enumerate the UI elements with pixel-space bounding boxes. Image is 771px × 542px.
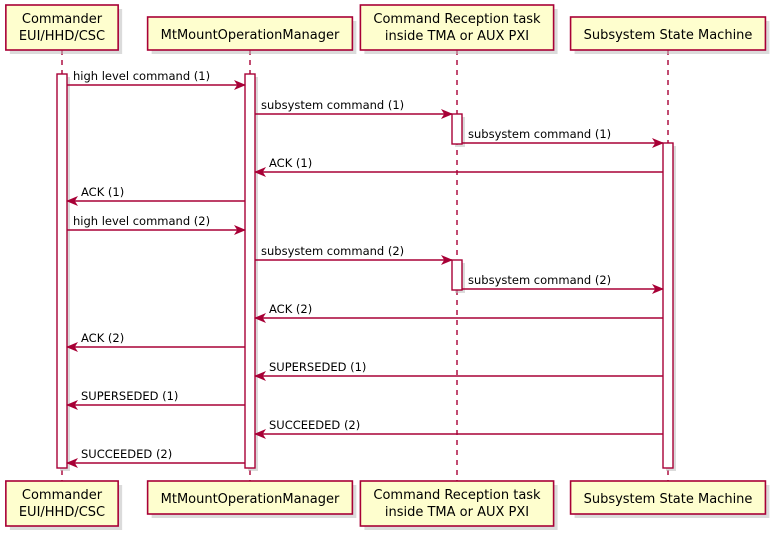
message-label: subsystem command (1) — [468, 127, 611, 141]
message-label: SUCCEEDED (2) — [269, 418, 360, 432]
activation-bar-reception — [451, 113, 463, 145]
participant-box-top-manager[interactable]: MtMountOperationManager — [146, 16, 357, 54]
participant-label-line1: Commander — [22, 12, 103, 27]
participant-label-line1: Subsystem State Machine — [584, 492, 753, 507]
activation-bar-manager — [244, 73, 256, 469]
message-label: high level command (2) — [73, 214, 210, 228]
activation-bar-commander — [56, 73, 68, 469]
message-label: SUPERSEDED (1) — [269, 360, 366, 374]
message-label: subsystem command (2) — [261, 244, 404, 258]
sequence-diagram: high level command (1) subsystem command … — [0, 0, 771, 538]
message-label: subsystem command (1) — [261, 98, 404, 112]
participant-label-line1: MtMountOperationManager — [161, 492, 340, 507]
participant-label-line2: inside TMA or AUX PXI — [385, 505, 529, 520]
participant-box-top-reception[interactable]: Command Reception task inside TMA or AUX … — [359, 4, 558, 54]
sequence-diagram-canvas: high level command (1) subsystem command … — [0, 0, 771, 538]
participant-box-bottom-manager[interactable]: MtMountOperationManager — [146, 480, 357, 518]
message-label: subsystem command (2) — [468, 273, 611, 287]
participant-box-bottom-commander[interactable]: Commander EUI/HHD/CSC — [5, 480, 123, 530]
participant-label-line1: MtMountOperationManager — [161, 28, 340, 43]
participant-label-line1: Command Reception task — [373, 12, 541, 27]
participant-label-line1: Subsystem State Machine — [584, 28, 753, 43]
activation-bar-reception — [451, 259, 463, 291]
participant-box-top-state_machine[interactable]: Subsystem State Machine — [569, 16, 770, 54]
participant-label-line2: EUI/HHD/CSC — [19, 505, 105, 520]
participant-label-line2: EUI/HHD/CSC — [19, 29, 105, 44]
message-label: ACK (2) — [81, 331, 124, 345]
activation-bar-state_machine — [662, 142, 674, 469]
participant-box-bottom-state_machine[interactable]: Subsystem State Machine — [569, 480, 770, 518]
participant-box-top-commander[interactable]: Commander EUI/HHD/CSC — [5, 4, 123, 54]
participant-label-line1: Commander — [22, 488, 103, 503]
message-label: high level command (1) — [73, 69, 210, 83]
participant-label-line2: inside TMA or AUX PXI — [385, 29, 529, 44]
message-label: SUPERSEDED (1) — [81, 389, 178, 403]
message-label: ACK (1) — [81, 185, 124, 199]
message-label: ACK (1) — [269, 156, 312, 170]
message-label: ACK (2) — [269, 302, 312, 316]
participant-label-line1: Command Reception task — [373, 488, 541, 503]
participant-box-bottom-reception[interactable]: Command Reception task inside TMA or AUX … — [359, 480, 558, 530]
message-label: SUCCEEDED (2) — [81, 447, 172, 461]
